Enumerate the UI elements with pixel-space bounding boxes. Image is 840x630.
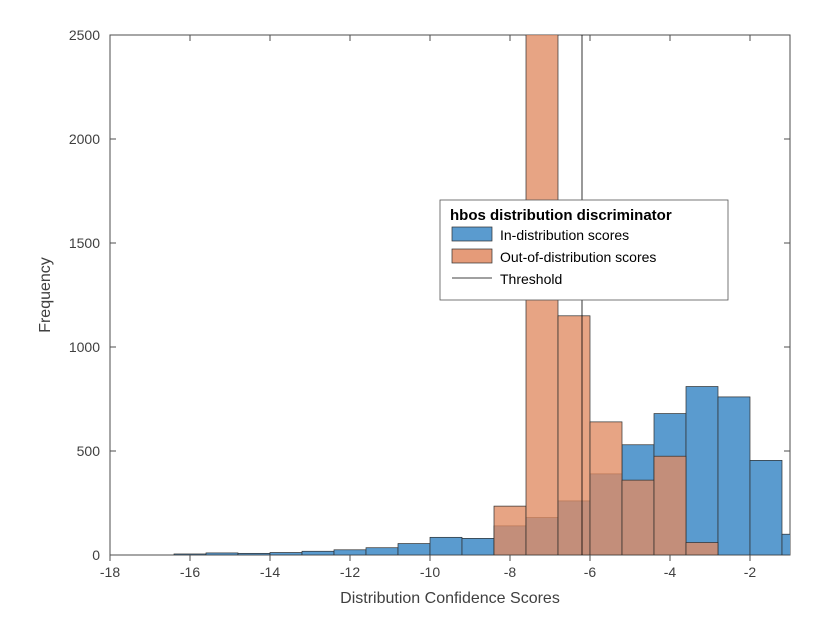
histogram-bar bbox=[750, 460, 782, 555]
histogram-bar bbox=[302, 551, 334, 555]
histogram-bar bbox=[238, 553, 270, 555]
x-tick-label: -8 bbox=[504, 564, 517, 580]
x-tick-label: -12 bbox=[340, 564, 360, 580]
x-tick-label: -10 bbox=[420, 564, 440, 580]
histogram-bar bbox=[334, 550, 366, 555]
y-tick-label: 0 bbox=[92, 547, 100, 563]
legend-label: Threshold bbox=[500, 271, 562, 287]
x-tick-label: -16 bbox=[180, 564, 200, 580]
y-tick-label: 500 bbox=[77, 443, 101, 459]
legend-label: In-distribution scores bbox=[500, 227, 629, 243]
y-tick-label: 1000 bbox=[69, 339, 100, 355]
histogram-bar bbox=[686, 387, 718, 555]
y-tick-label: 2000 bbox=[69, 131, 100, 147]
histogram-bar bbox=[718, 397, 750, 555]
histogram-bar bbox=[366, 548, 398, 555]
histogram-bar bbox=[654, 456, 686, 555]
x-tick-label: -6 bbox=[584, 564, 597, 580]
x-tick-label: -4 bbox=[664, 564, 677, 580]
histogram-bar bbox=[270, 553, 302, 555]
x-tick-label: -14 bbox=[260, 564, 280, 580]
x-tick-label: -18 bbox=[100, 564, 120, 580]
histogram-bar bbox=[494, 506, 526, 555]
histogram-bar bbox=[622, 480, 654, 555]
y-tick-label: 2500 bbox=[69, 27, 100, 43]
legend-swatch bbox=[452, 227, 492, 241]
y-axis-label: Frequency bbox=[37, 257, 54, 333]
histogram-bar bbox=[206, 553, 238, 555]
legend-swatch bbox=[452, 249, 492, 263]
histogram-bar bbox=[686, 543, 718, 555]
legend-title: hbos distribution discriminator bbox=[450, 207, 672, 224]
histogram-chart: -18 -16 -14 -12 -10 -8 -6 -4 -2 0 500 1000 1500 2000 2… bbox=[0, 0, 840, 630]
histogram-bar bbox=[558, 316, 590, 555]
histogram-bar bbox=[590, 422, 622, 555]
histogram-bar bbox=[398, 544, 430, 555]
histogram-bar bbox=[174, 554, 206, 555]
x-tick-label: -2 bbox=[744, 564, 757, 580]
legend-label: Out-of-distribution scores bbox=[500, 249, 656, 265]
histogram-bar bbox=[462, 538, 494, 555]
x-axis-label: Distribution Confidence Scores bbox=[340, 590, 560, 607]
histogram-bar bbox=[430, 537, 462, 555]
y-tick-label: 1500 bbox=[69, 235, 100, 251]
histogram-bar bbox=[782, 534, 814, 555]
